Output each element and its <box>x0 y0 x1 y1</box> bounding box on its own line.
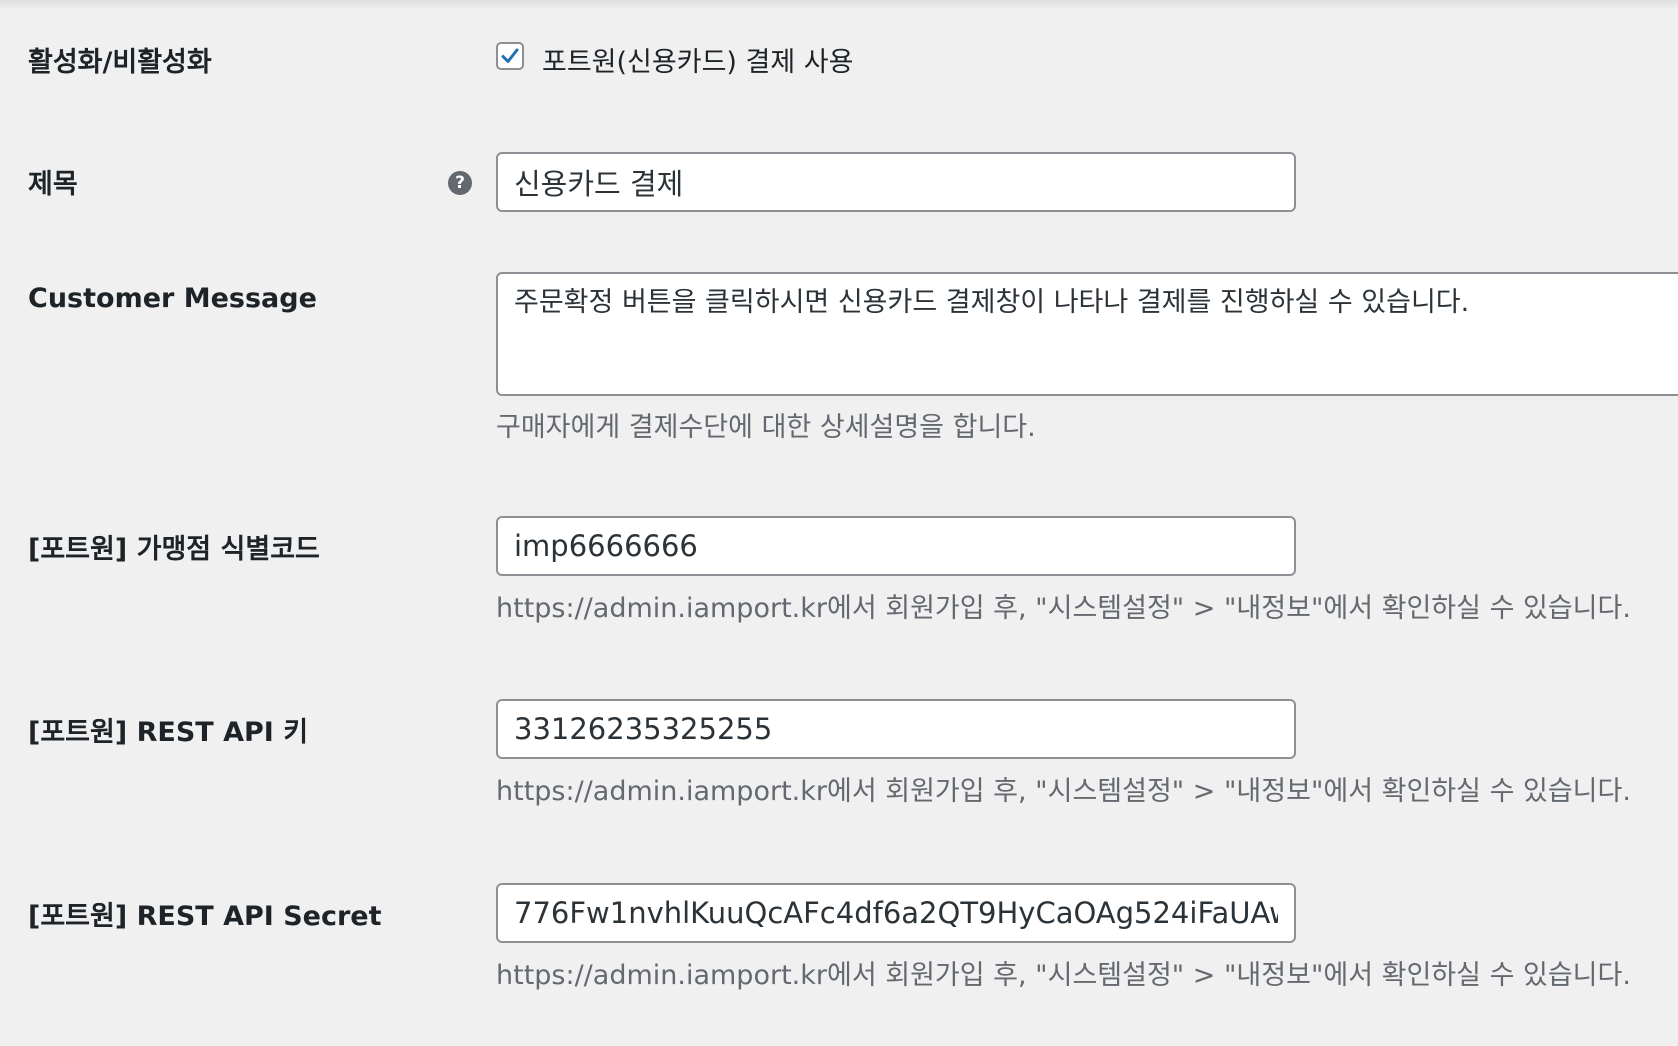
api-secret-input[interactable] <box>496 883 1296 943</box>
enable-checkbox-label[interactable]: 포트원(신용카드) 결제 사용 <box>542 40 853 79</box>
title-input[interactable] <box>496 152 1296 212</box>
checkmark-icon <box>501 48 519 63</box>
api-secret-description: https://admin.iamport.kr에서 회원가입 후, "시스템설… <box>496 960 1631 991</box>
merchant-code-label: [포트원] 가맹점 식별코드 <box>28 534 320 565</box>
api-key-description: https://admin.iamport.kr에서 회원가입 후, "시스템설… <box>496 776 1631 807</box>
api-key-label: [포트원] REST API 키 <box>28 717 309 748</box>
customer-message-label: Customer Message <box>28 283 317 314</box>
title-label: 제목 <box>28 169 78 200</box>
merchant-code-input[interactable] <box>496 516 1296 576</box>
customer-message-textarea[interactable]: 주문확정 버튼을 클릭하시면 신용카드 결제창이 나타나 결제를 진행하실 수 … <box>496 272 1678 396</box>
customer-message-description: 구매자에게 결제수단에 대한 상세설명을 합니다. <box>496 412 1036 443</box>
api-secret-label: [포트원] REST API Secret <box>28 901 382 932</box>
api-key-input[interactable] <box>496 699 1296 759</box>
enable-checkbox[interactable] <box>496 42 524 70</box>
help-icon[interactable]: ? <box>448 171 472 195</box>
enable-label: 활성화/비활성화 <box>28 47 212 78</box>
merchant-code-description: https://admin.iamport.kr에서 회원가입 후, "시스템설… <box>496 593 1631 624</box>
top-shadow <box>0 0 1678 10</box>
